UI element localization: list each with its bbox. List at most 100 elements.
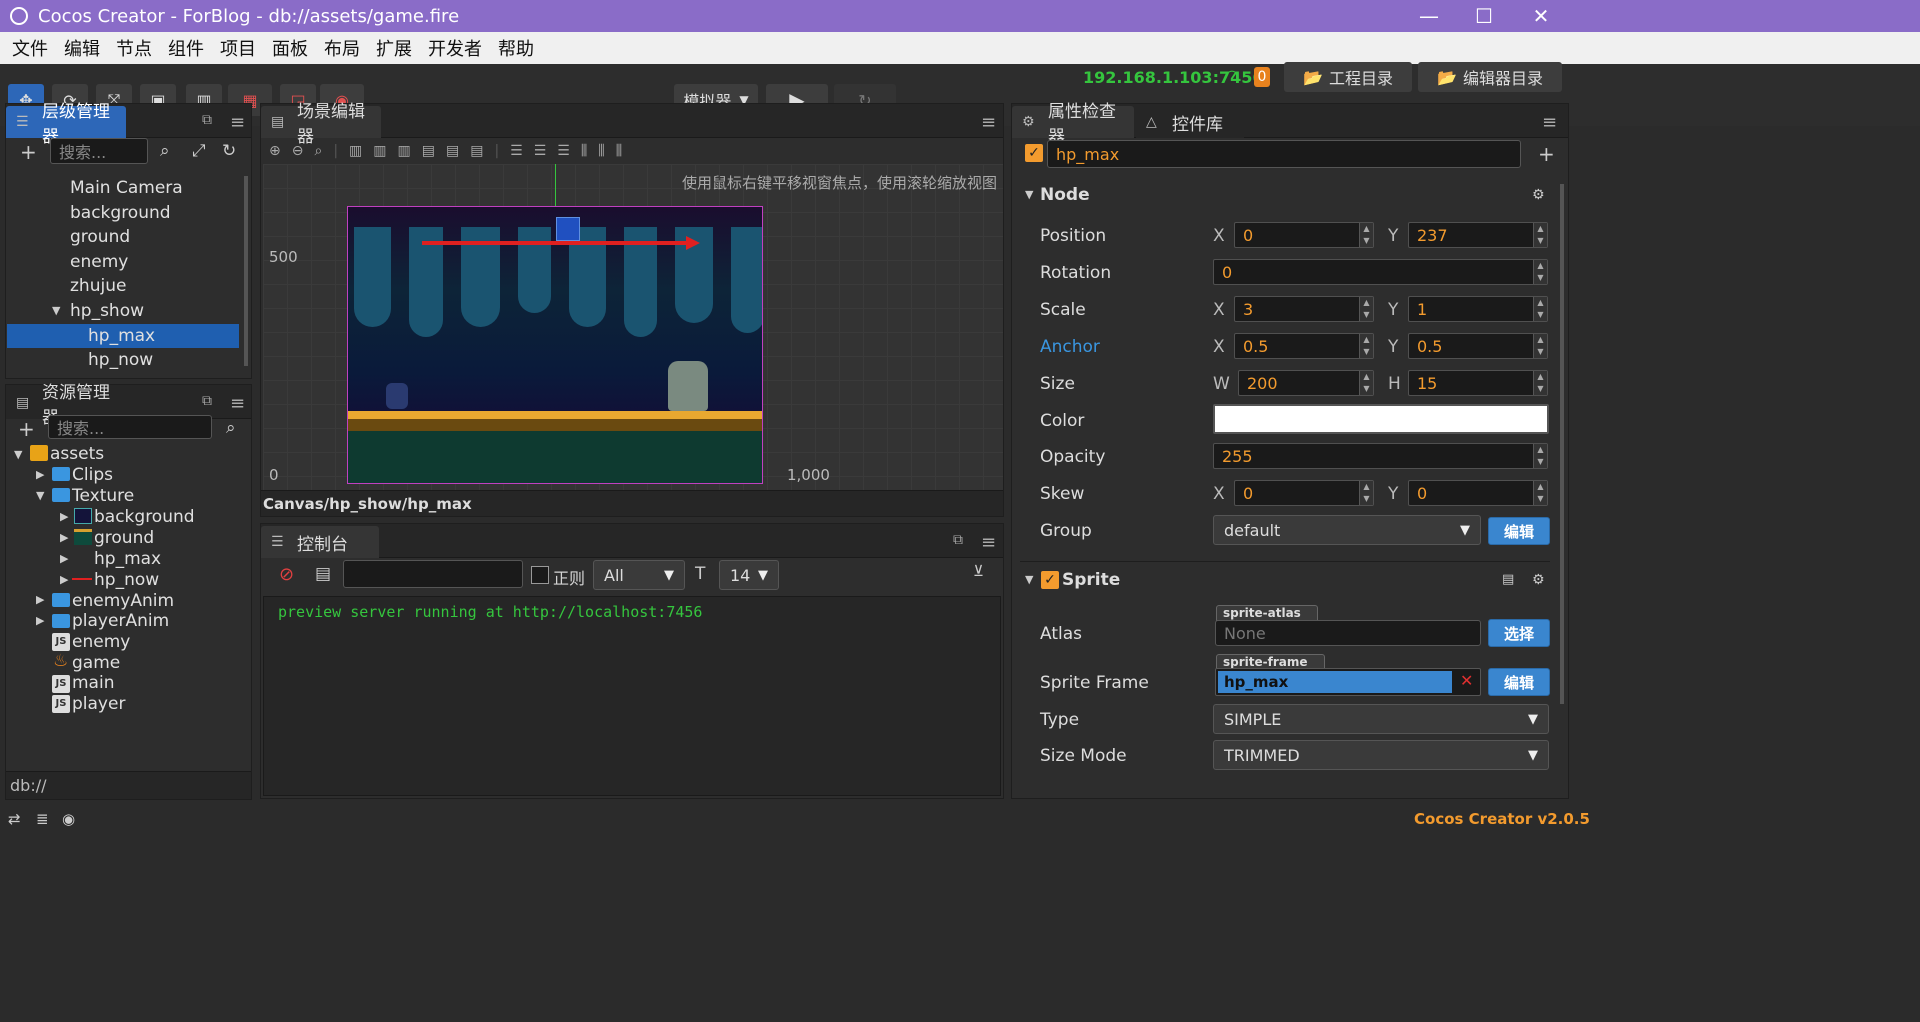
menu-icon[interactable]: ≡: [981, 112, 996, 133]
node-section-title[interactable]: Node: [1040, 185, 1090, 205]
menu-help[interactable]: 帮助: [498, 35, 534, 61]
gear-icon[interactable]: ⚙: [1532, 187, 1545, 203]
scale-x-input[interactable]: 3 ▲ ▼: [1234, 296, 1374, 322]
position-y-input[interactable]: 237 ▲ ▼: [1408, 222, 1548, 248]
console-filter-input[interactable]: [343, 560, 523, 588]
caret-right-icon[interactable]: ▶: [36, 468, 44, 481]
search-icon[interactable]: ⌕: [226, 418, 236, 438]
caret-right-icon[interactable]: ▶: [60, 510, 68, 523]
asset-assets[interactable]: assets: [50, 444, 104, 464]
tree-item-hp-max[interactable]: hp_max: [88, 326, 155, 346]
tab-inspector[interactable]: ⚙ 属性检查器: [1012, 102, 1134, 147]
stepper-icon[interactable]: ▲ ▼: [1533, 371, 1547, 395]
stepper-icon[interactable]: ▲ ▼: [1359, 223, 1373, 247]
tab-scene[interactable]: ▤ 场景编辑器: [261, 102, 381, 147]
caret-right-icon[interactable]: ▶: [60, 552, 68, 565]
scrollbar[interactable]: [1560, 184, 1564, 704]
asset-main-script[interactable]: main: [72, 673, 114, 693]
asset-clips[interactable]: Clips: [72, 465, 113, 485]
asset-playeranim[interactable]: playerAnim: [72, 611, 169, 631]
stepper-icon[interactable]: ▲ ▼: [1359, 334, 1373, 358]
sprite-frame-field[interactable]: hp_max ✕: [1215, 668, 1481, 696]
menu-edit[interactable]: 编辑: [64, 35, 100, 61]
align-top-icon[interactable]: ▥: [349, 143, 362, 159]
stepper-icon[interactable]: ▲ ▼: [1533, 260, 1547, 284]
clear-frame-icon[interactable]: ✕: [1460, 671, 1473, 690]
add-asset-icon[interactable]: +: [18, 417, 35, 441]
align-right-icon[interactable]: ▤: [470, 143, 483, 159]
prop-anchor[interactable]: Anchor: [1040, 337, 1100, 357]
align-vcenter-icon[interactable]: ▥: [373, 143, 386, 159]
caret-down-icon[interactable]: ▼: [14, 448, 22, 461]
zoom-reset-icon[interactable]: ⌕: [314, 143, 322, 159]
distribute-left-icon[interactable]: ⫼: [581, 143, 587, 159]
menu-icon[interactable]: ≡: [230, 393, 245, 414]
rotation-input[interactable]: 0 ▲ ▼: [1213, 259, 1548, 285]
book-icon[interactable]: ▤: [1502, 572, 1514, 587]
anchor-x-input[interactable]: 0.5 ▲ ▼: [1234, 333, 1374, 359]
menu-icon[interactable]: ≡: [981, 532, 996, 553]
project-dir-button[interactable]: 📂 工程目录: [1284, 62, 1412, 92]
scrollbar[interactable]: [244, 176, 248, 366]
caret-right-icon[interactable]: ▶: [60, 573, 68, 586]
atlas-field[interactable]: None: [1215, 620, 1481, 646]
clear-icon[interactable]: ⊘: [279, 564, 294, 585]
distribute-vcenter-icon[interactable]: ☰: [534, 143, 547, 159]
asset-enemy-script[interactable]: enemy: [72, 632, 130, 652]
align-hcenter-icon[interactable]: ▤: [446, 143, 459, 159]
asset-game-scene[interactable]: game: [72, 653, 120, 673]
menu-developer[interactable]: 开发者: [428, 35, 482, 61]
gear-icon[interactable]: ⚙: [1532, 572, 1545, 588]
menu-file[interactable]: 文件: [12, 35, 48, 61]
hierarchy-search-input[interactable]: 搜索...: [50, 138, 148, 164]
type-dropdown[interactable]: SIMPLE ▼: [1213, 704, 1549, 734]
distribute-bottom-icon[interactable]: ☰: [557, 143, 570, 159]
sprite-enabled-checkbox[interactable]: ✓: [1041, 571, 1059, 589]
popout-icon[interactable]: ⧉: [202, 393, 212, 409]
database-icon[interactable]: ≣: [36, 810, 49, 828]
stepper-icon[interactable]: ▲ ▼: [1359, 481, 1373, 505]
size-w-input[interactable]: 200 ▲ ▼: [1238, 370, 1374, 396]
skew-y-input[interactable]: 0 ▲ ▼: [1408, 480, 1548, 506]
menu-icon[interactable]: ≡: [1542, 112, 1557, 133]
menu-node[interactable]: 节点: [116, 35, 152, 61]
caret-right-icon[interactable]: ▶: [36, 614, 44, 627]
menu-component[interactable]: 组件: [168, 35, 204, 61]
asset-texture[interactable]: Texture: [72, 486, 134, 506]
size-h-input[interactable]: 15 ▲ ▼: [1408, 370, 1548, 396]
open-log-icon[interactable]: ▤: [315, 564, 331, 584]
log-level-dropdown[interactable]: All ▼: [593, 560, 685, 590]
tab-hierarchy[interactable]: ☰ 层级管理器: [6, 102, 126, 147]
search-icon[interactable]: ⌕: [160, 141, 170, 161]
stepper-icon[interactable]: ▲ ▼: [1533, 223, 1547, 247]
menu-icon[interactable]: ≡: [230, 112, 245, 133]
player-sprite[interactable]: [386, 383, 408, 409]
asset-ground[interactable]: ground: [94, 528, 154, 548]
regex-checkbox[interactable]: [531, 566, 549, 584]
tab-widget-library[interactable]: △ 控件库: [1136, 106, 1244, 138]
distribute-hcenter-icon[interactable]: ⫼: [598, 143, 604, 159]
sprite-section-title[interactable]: Sprite: [1062, 570, 1120, 590]
zoom-in-icon[interactable]: ⊕: [269, 143, 281, 159]
refresh-icon[interactable]: ↻: [222, 141, 236, 161]
move-gizmo-handle[interactable]: [556, 217, 580, 241]
popout-icon[interactable]: ⧉: [202, 112, 212, 128]
menu-layout[interactable]: 布局: [324, 35, 360, 61]
distribute-top-icon[interactable]: ☰: [510, 143, 523, 159]
asset-hp-max[interactable]: hp_max: [94, 549, 161, 569]
close-button[interactable]: ✕: [1512, 0, 1570, 32]
tree-item-background[interactable]: background: [70, 203, 171, 223]
hp-max-sprite[interactable]: [422, 241, 690, 245]
node-name-input[interactable]: hp_max: [1047, 140, 1521, 168]
eye-icon[interactable]: ◉: [62, 810, 75, 828]
scale-y-input[interactable]: 1 ▲ ▼: [1408, 296, 1548, 322]
size-mode-dropdown[interactable]: TRIMMED ▼: [1213, 740, 1549, 770]
skew-x-input[interactable]: 0 ▲ ▼: [1234, 480, 1374, 506]
anchor-y-input[interactable]: 0.5 ▲ ▼: [1408, 333, 1548, 359]
edit-sprite-frame-button[interactable]: 编辑: [1488, 668, 1550, 696]
sync-icon[interactable]: ⇄: [8, 810, 21, 828]
minimize-button[interactable]: —: [1400, 0, 1458, 32]
assets-search-input[interactable]: 搜索...: [48, 415, 212, 439]
stepper-icon[interactable]: ▲ ▼: [1533, 444, 1547, 468]
popout-icon[interactable]: ⧉: [953, 532, 963, 548]
